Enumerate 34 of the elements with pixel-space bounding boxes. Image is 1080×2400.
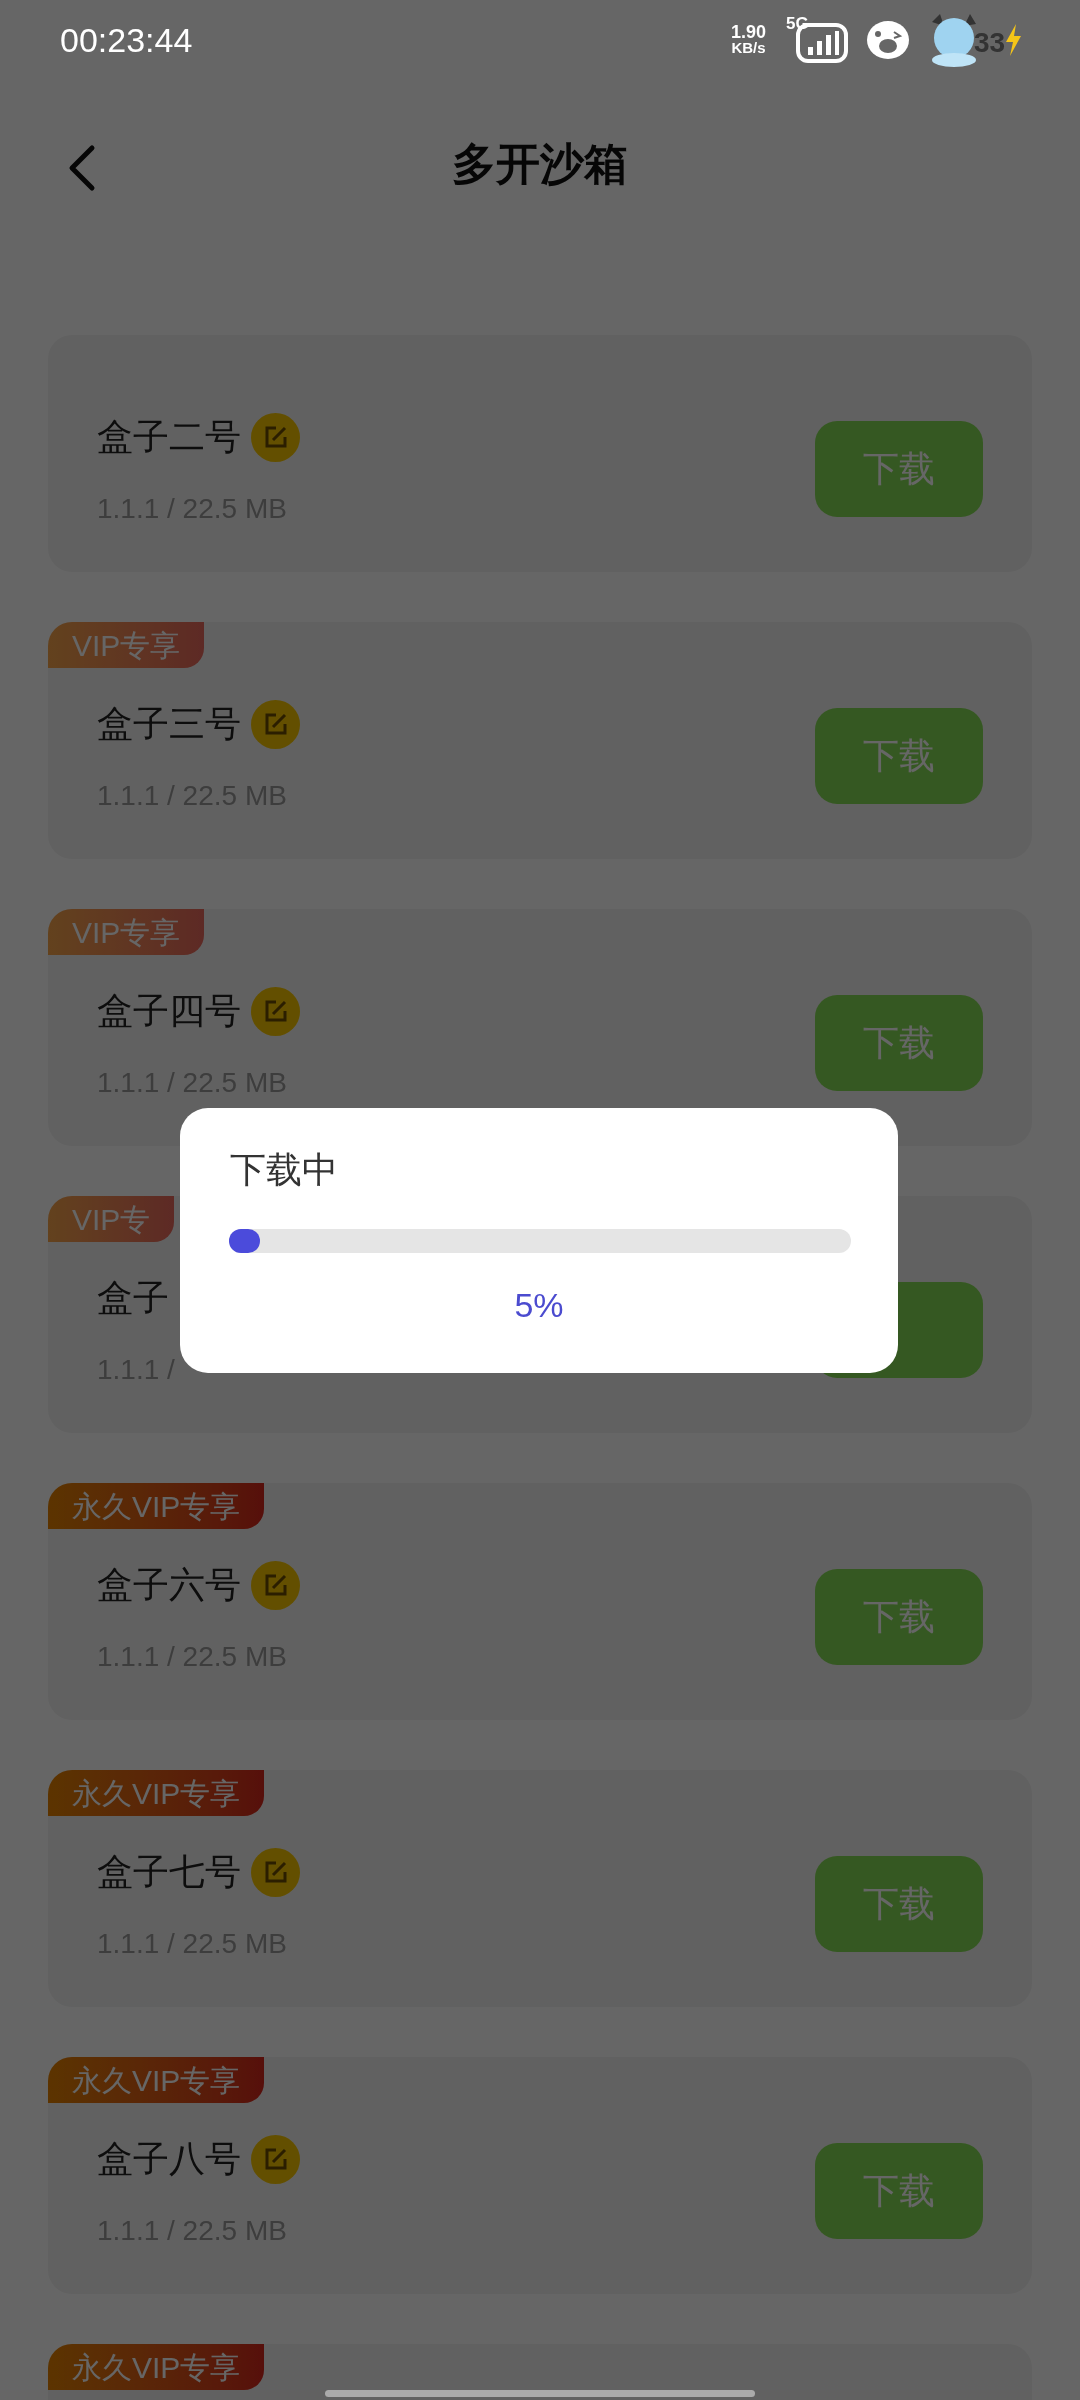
download-button[interactable]: 下载 — [815, 708, 983, 804]
app-name: 盒子二号 — [97, 415, 241, 459]
vip-badge: VIP专 — [48, 1196, 175, 1242]
download-button[interactable]: 下载 — [815, 1569, 983, 1665]
download-button[interactable]: 下载 — [815, 2143, 983, 2239]
network-speed-unit: KB/s — [731, 40, 766, 56]
app-name: 盒子六号 — [97, 1563, 241, 1607]
app-name: 盒子八号 — [97, 2137, 241, 2181]
progress-percent: 5% — [514, 1285, 564, 1326]
vip-badge: VIP专享 — [48, 909, 205, 955]
download-button[interactable]: 下载 — [815, 1856, 983, 1952]
vip-badge: 永久VIP专享 — [48, 2344, 265, 2390]
edit-icon[interactable] — [251, 986, 300, 1036]
edit-icon[interactable] — [251, 412, 300, 462]
app-name: 盒子七号 — [97, 1850, 241, 1894]
edit-icon[interactable] — [251, 2134, 300, 2184]
page-title: 多开沙箱 — [452, 137, 628, 190]
download-button[interactable]: 下载 — [815, 995, 983, 1091]
vip-badge: 永久VIP专享 — [48, 1770, 265, 1816]
edit-icon[interactable] — [251, 1560, 300, 1610]
vip-badge: 永久VIP专享 — [48, 1483, 265, 1529]
app-name: 盒子 — [97, 1276, 169, 1320]
download-button[interactable]: 下载 — [815, 421, 983, 517]
app-notification-icon — [864, 18, 912, 62]
edit-icon[interactable] — [251, 699, 300, 749]
clock: 00:23:44 — [60, 19, 193, 61]
charging-icon — [1004, 24, 1022, 56]
network-speed: 1.90 — [730, 24, 766, 40]
dialog-title: 下载中 — [230, 1148, 338, 1192]
edit-icon[interactable] — [251, 1847, 300, 1897]
app-name: 盒子四号 — [97, 989, 241, 1033]
vip-badge: VIP专享 — [48, 622, 205, 668]
app-name: 盒子三号 — [97, 702, 241, 746]
vip-badge: 永久VIP专享 — [48, 2057, 265, 2103]
